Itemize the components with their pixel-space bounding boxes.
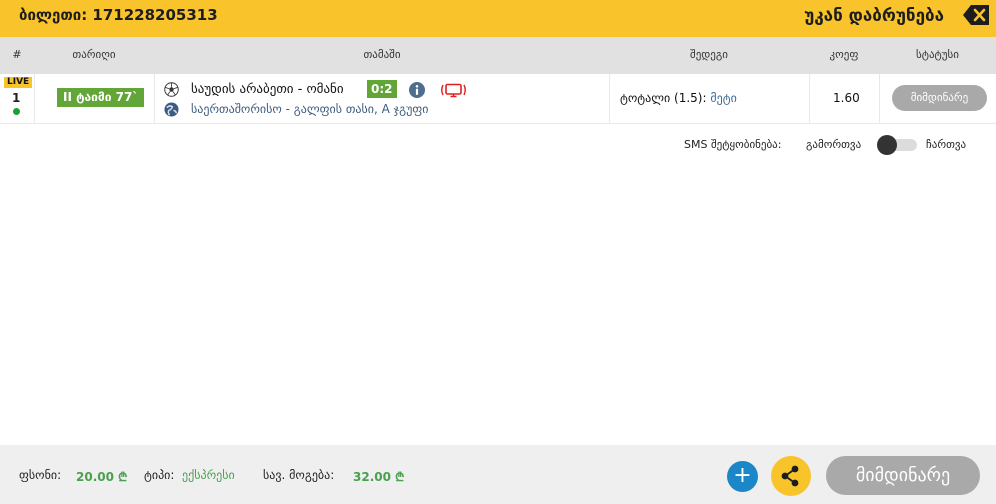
match-score: 0:2	[367, 80, 397, 98]
match-teams[interactable]: საუდის არაბეთი - ომანი	[191, 82, 344, 97]
stake-value: 20.00 ₾	[76, 470, 128, 484]
table-header: # თარიღი თამაში შედეგი კოეფ სტატუსი	[0, 37, 996, 74]
column-header-index: #	[12, 48, 22, 61]
column-header-status: სტატუსი	[916, 48, 959, 61]
column-header-match: თამაში	[363, 48, 401, 61]
backspace-close-icon[interactable]	[962, 4, 990, 26]
market-selection: ტოტალი (1.5): მეტი	[620, 91, 737, 105]
divider	[879, 74, 880, 123]
column-header-date: თარიღი	[72, 48, 116, 61]
sms-off-label: გამორთვა	[806, 138, 862, 151]
share-button[interactable]	[771, 456, 811, 496]
match-time-badge: II ტაიმი 77`	[57, 88, 145, 107]
row-index: 1	[12, 91, 21, 105]
live-tv-icon[interactable]	[440, 82, 467, 98]
ticket-status-button[interactable]: მიმდინარე	[826, 456, 980, 495]
market-label: ტოტალი (1.5):	[620, 91, 707, 105]
stake-label: ფსონი:	[19, 468, 62, 482]
type-label: ტიპი:	[144, 468, 175, 482]
ticket-footer: ფსონი: 20.00 ₾ ტიპი: ექსპრესი სავ. მოგებ…	[0, 445, 996, 504]
market-value: მეტი	[710, 91, 737, 105]
live-badge: LIVE	[4, 77, 33, 88]
status-badge[interactable]: მიმდინარე	[892, 85, 987, 111]
possible-win-label: სავ. მოგება:	[263, 468, 335, 482]
sms-notifications-label: SMS შეტყობინება:	[684, 138, 782, 151]
divider	[809, 74, 810, 123]
sms-on-label: ჩართვა	[926, 138, 967, 151]
league-name[interactable]: საერთაშორისო - გალფის თასი, A ჯგუფი	[191, 102, 428, 116]
info-icon[interactable]	[409, 82, 425, 98]
add-button[interactable]: +	[727, 461, 758, 492]
soccer-ball-icon	[164, 82, 179, 97]
ticket-number: ბილეთი: 171228205313	[19, 6, 218, 24]
column-header-odds: კოეფ	[829, 48, 859, 61]
share-icon	[781, 465, 799, 487]
sms-toggle[interactable]	[877, 135, 917, 155]
table-row: LIVE 1 II ტაიმი 77` საუდის არაბეთი - ომა…	[0, 74, 996, 124]
type-value: ექსპრესი	[182, 468, 235, 482]
ticket-header: ბილეთი: 171228205313 უკან დაბრუნება	[0, 0, 996, 37]
live-status-dot	[13, 108, 20, 115]
globe-icon	[164, 102, 179, 117]
divider	[34, 74, 35, 123]
divider	[609, 74, 610, 123]
back-button[interactable]: უკან დაბრუნება	[804, 6, 944, 26]
possible-win-value: 32.00 ₾	[353, 470, 405, 484]
odds-value: 1.60	[833, 91, 860, 105]
toggle-knob	[877, 135, 897, 155]
column-header-result: შედეგი	[690, 48, 728, 61]
divider	[154, 74, 155, 123]
